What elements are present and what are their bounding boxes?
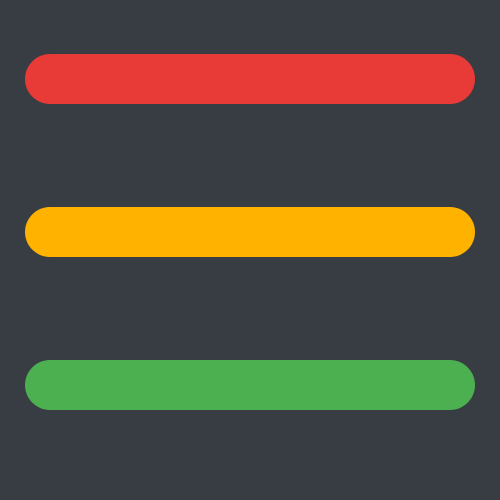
menu-bar-yellow [25,207,475,257]
hamburger-menu-icon[interactable] [0,0,500,500]
menu-bar-green [25,360,475,410]
menu-bar-red [25,54,475,104]
